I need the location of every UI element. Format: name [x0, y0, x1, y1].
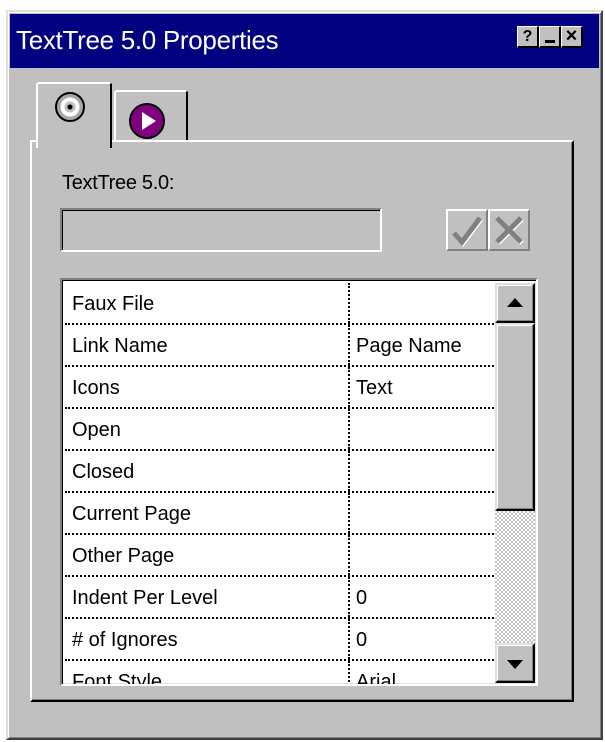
property-value[interactable]: Text	[352, 367, 497, 407]
property-value[interactable]	[352, 493, 497, 533]
property-row[interactable]: Font Style Arial	[65, 661, 497, 684]
property-name: Faux File	[65, 283, 350, 323]
texttree-label: TextTree 5.0:	[62, 172, 175, 194]
play-circle-icon	[129, 103, 165, 139]
property-name: Indent Per Level	[65, 577, 350, 617]
cancel-button[interactable]	[488, 209, 530, 251]
property-value[interactable]: 0	[352, 577, 497, 617]
property-name: # of Ignores	[65, 619, 350, 659]
minimize-icon	[544, 39, 555, 43]
property-row[interactable]: Open	[65, 409, 497, 451]
property-name: Icons	[65, 367, 350, 407]
property-row[interactable]: # of Ignores 0	[65, 619, 497, 661]
apply-button[interactable]	[446, 209, 488, 251]
property-name: Link Name	[65, 325, 350, 365]
title-bar[interactable]: TextTree 5.0 Properties ? ×	[10, 14, 599, 68]
disc-icon	[55, 92, 85, 122]
property-grid[interactable]: Faux File Link Name Page Name Icons Text Open…	[60, 278, 538, 686]
arrow-down-icon	[507, 660, 523, 669]
window-title: TextTree 5.0 Properties	[16, 25, 279, 55]
property-rows: Faux File Link Name Page Name Icons Text Open…	[65, 283, 497, 684]
scroll-thumb[interactable]	[495, 323, 535, 511]
property-value[interactable]: Page Name	[352, 325, 497, 365]
property-value[interactable]	[352, 409, 497, 449]
property-value[interactable]	[352, 283, 497, 323]
check-icon	[452, 216, 483, 247]
arrow-up-icon	[507, 298, 523, 307]
property-value[interactable]: 0	[352, 619, 497, 659]
scroll-down-button[interactable]	[495, 643, 535, 683]
x-icon	[495, 216, 524, 245]
scroll-up-button[interactable]	[495, 283, 535, 323]
property-row[interactable]: Indent Per Level 0	[65, 577, 497, 619]
property-value[interactable]: Arial	[352, 661, 497, 684]
property-row[interactable]: Link Name Page Name	[65, 325, 497, 367]
property-name: Other Page	[65, 535, 350, 575]
property-row[interactable]: Icons Text	[65, 367, 497, 409]
property-name: Open	[65, 409, 350, 449]
help-button[interactable]: ?	[517, 26, 539, 48]
close-button[interactable]: ×	[561, 25, 583, 48]
property-name: Font Style	[65, 661, 350, 684]
tab-general[interactable]	[36, 82, 112, 152]
minimize-button[interactable]	[539, 26, 561, 48]
vertical-scrollbar[interactable]	[495, 283, 535, 683]
property-value[interactable]	[352, 451, 497, 491]
property-row[interactable]: Current Page	[65, 493, 497, 535]
tab-play[interactable]	[114, 90, 188, 142]
property-value[interactable]	[352, 535, 497, 575]
property-row[interactable]: Other Page	[65, 535, 497, 577]
property-row[interactable]: Faux File	[65, 283, 497, 325]
property-row[interactable]: Closed	[65, 451, 497, 493]
texttree-value-field[interactable]	[60, 208, 382, 252]
property-name: Closed	[65, 451, 350, 491]
property-name: Current Page	[65, 493, 350, 533]
